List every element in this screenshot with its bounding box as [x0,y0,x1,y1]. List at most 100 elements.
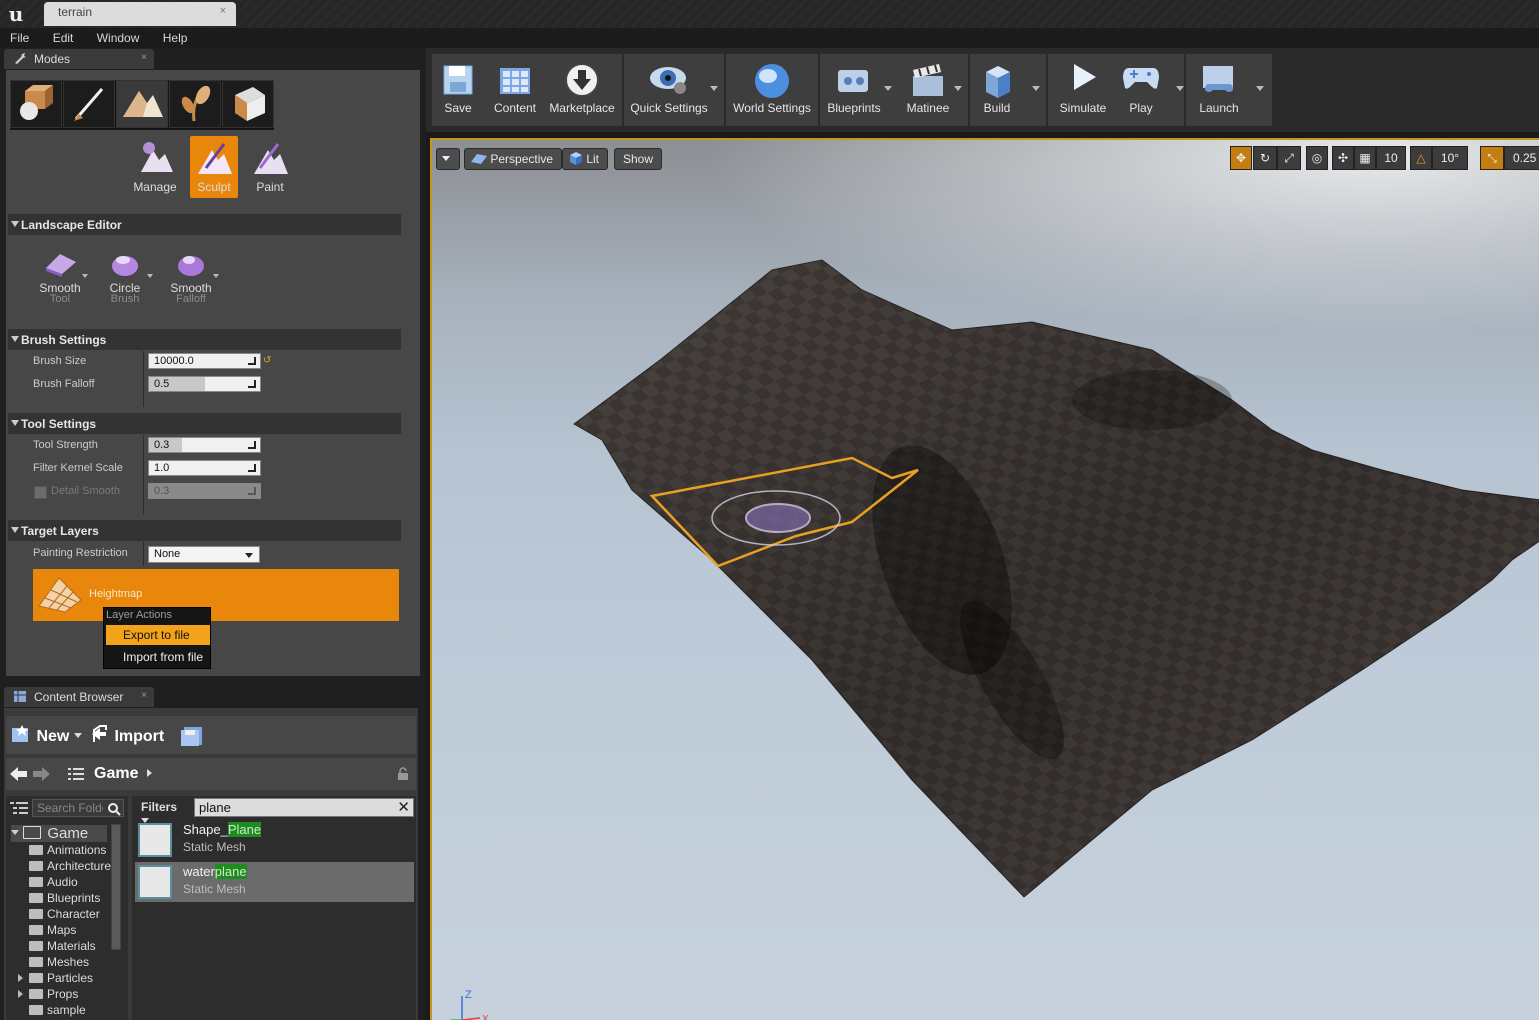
chevron-down-icon[interactable] [954,86,962,91]
menu-file[interactable]: File [0,28,39,45]
circle-brush-button[interactable]: Circle Brush [95,248,155,310]
asset-item[interactable]: Shape_Plane Static Mesh [135,820,414,860]
reset-arrow-icon[interactable]: ↺ [263,355,271,366]
import-from-file-item[interactable]: Import from file [106,647,210,667]
target-layers-header[interactable]: Target Layers [8,520,401,541]
close-icon[interactable]: × [141,52,147,63]
matinee-button[interactable]: Matinee [902,54,962,126]
menu-help[interactable]: Help [153,28,198,45]
marketplace-button[interactable]: Marketplace [546,54,618,126]
tree-root-game[interactable]: Game [11,825,107,842]
close-icon[interactable]: × [220,5,226,17]
world-local-icon[interactable]: ◎ [1306,146,1328,170]
filter-kernel-field[interactable]: 1.0 [148,460,261,476]
launch-button[interactable]: Launch [1192,54,1264,126]
scale-snap-icon[interactable]: ⤡ [1480,146,1504,170]
tool-settings-header[interactable]: Tool Settings [8,413,401,434]
tree-folder-item[interactable]: Character [29,907,111,921]
content-button[interactable]: Content [490,54,540,126]
foliage-mode-button[interactable] [169,80,221,128]
chevron-down-icon[interactable] [1032,86,1040,91]
tree-folder-item[interactable]: Props [18,987,100,1001]
asset-item[interactable]: waterplane Static Mesh [135,862,414,902]
save-all-icon[interactable] [180,725,204,747]
tree-view-icon[interactable] [10,801,28,815]
tree-folder-item[interactable]: Maps [29,923,111,937]
grid-snap-icon[interactable]: ▦ [1354,146,1376,170]
chevron-right-icon[interactable] [147,769,152,777]
back-arrow-icon[interactable] [10,766,28,782]
menu-window[interactable]: Window [87,28,150,45]
sub-mode-paint[interactable]: Paint [246,136,294,198]
tree-folder-item[interactable]: sample [29,1003,111,1017]
scale-snap-value[interactable]: 0.25 [1504,146,1539,170]
landscape-editor-header[interactable]: Landscape Editor [8,214,401,235]
tree-folder-item[interactable]: Audio [29,875,111,889]
scale-tool-icon[interactable]: ⤢ [1277,146,1301,170]
lock-icon[interactable] [396,767,410,781]
tree-folder-item[interactable]: Architecture [29,859,111,873]
brush-falloff-field[interactable]: 0.5 [148,376,261,392]
drag-handle-icon[interactable] [248,464,256,472]
tree-scrollbar[interactable] [111,824,121,950]
play-button[interactable]: Play [1120,54,1184,126]
menu-edit[interactable]: Edit [43,28,84,45]
perspective-button[interactable]: Perspective [464,148,563,170]
drag-handle-icon[interactable] [248,357,256,365]
rotate-tool-icon[interactable]: ↻ [1253,146,1277,170]
detail-smooth-checkbox[interactable] [34,486,47,499]
new-button[interactable]: New [10,724,82,746]
smooth-tool-button[interactable]: Smooth Tool [30,248,90,310]
breadcrumb-game[interactable]: Game [94,765,138,783]
search-folders-input[interactable]: Search Folders [32,799,124,817]
chevron-down-icon[interactable] [1256,86,1264,91]
translate-tool-icon[interactable]: ✥ [1230,146,1252,170]
sub-mode-manage[interactable]: Manage [131,136,179,198]
paint-mode-button[interactable] [63,80,115,128]
level-viewport[interactable]: Z X Perspective Lit Show ✥ ↻ ⤢ ◎ ✣ ▦ 10 … [430,138,1539,1020]
tool-strength-field[interactable]: 0.3 [148,437,261,453]
close-icon[interactable]: × [141,690,147,701]
list-icon[interactable] [68,767,84,781]
document-tab-terrain[interactable]: terrain × [44,2,236,26]
blueprints-button[interactable]: Blueprints [824,54,892,126]
clear-search-icon[interactable]: ✕ [397,798,410,816]
viewport-options-button[interactable] [436,148,460,170]
brush-settings-header[interactable]: Brush Settings [8,329,401,350]
tree-folder-item[interactable]: Particles [18,971,100,985]
save-button[interactable]: Save [436,54,480,126]
filters-button[interactable]: Filters [135,797,191,823]
chevron-down-icon[interactable] [710,86,718,91]
tree-folder-item[interactable]: Animations [29,843,111,857]
forward-arrow-icon[interactable] [32,766,50,782]
rotation-snap-value[interactable]: 10° [1432,146,1468,170]
asset-search-input[interactable]: plane ✕ [194,798,414,817]
tree-folder-item[interactable]: Materials [29,939,111,953]
place-mode-button[interactable] [10,80,62,128]
viewport-scene[interactable]: Z X [432,140,1539,1020]
export-to-file-item[interactable]: Export to file [106,625,210,645]
chevron-down-icon[interactable] [1176,86,1184,91]
tree-folder-item[interactable]: Blueprints [29,891,111,905]
chevron-right-icon[interactable] [18,990,23,998]
tab-content-browser[interactable]: Content Browser × [4,687,154,707]
show-button[interactable]: Show [614,148,663,170]
import-button[interactable]: Import [90,724,164,746]
heightmap-layer[interactable]: Heightmap [33,569,399,621]
geometry-mode-button[interactable] [222,80,274,128]
rotation-snap-icon[interactable]: △ [1410,146,1432,170]
drag-handle-icon[interactable] [248,380,256,388]
world-settings-button[interactable]: World Settings [730,54,814,126]
sub-mode-sculpt[interactable]: Sculpt [190,136,238,198]
landscape-mode-button[interactable] [116,80,168,128]
build-button[interactable]: Build [976,54,1040,126]
smooth-falloff-button[interactable]: Smooth Falloff [161,248,221,310]
tab-modes[interactable]: Modes × [4,49,154,69]
view-mode-lit-button[interactable]: Lit [562,148,609,170]
surface-snap-icon[interactable]: ✣ [1332,146,1354,170]
chevron-down-icon[interactable] [884,86,892,91]
chevron-right-icon[interactable] [18,974,23,982]
tree-folder-item[interactable]: Meshes [29,955,111,969]
brush-size-field[interactable]: 10000.0 [148,353,261,369]
drag-handle-icon[interactable] [248,441,256,449]
